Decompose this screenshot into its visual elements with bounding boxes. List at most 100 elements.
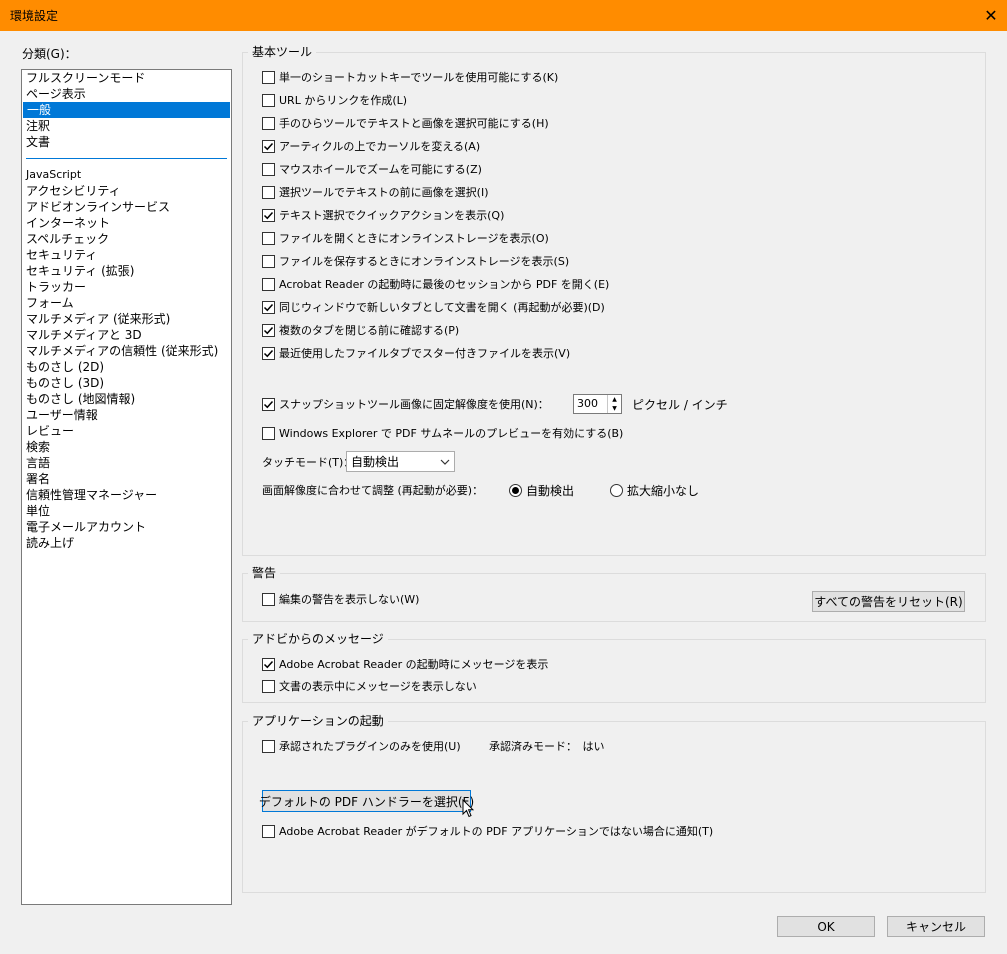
ok-button[interactable]: OK bbox=[777, 916, 875, 937]
category-item[interactable]: 文書 bbox=[22, 134, 231, 150]
category-item[interactable]: トラッカー bbox=[22, 279, 231, 295]
category-group-bottom: JavaScript アクセシビリティ アドビオンラインサービス インターネット スペル… bbox=[22, 167, 231, 551]
category-item[interactable]: スペルチェック bbox=[22, 231, 231, 247]
spin-up-icon[interactable]: ▲ bbox=[608, 395, 621, 404]
basic-tool-label: 選択ツールでテキストの前に画像を選択(I) bbox=[279, 186, 489, 199]
edit-warning-checkbox[interactable] bbox=[262, 592, 275, 606]
category-item[interactable]: 署名 bbox=[22, 471, 231, 487]
title-bar: 環境設定 ✕ bbox=[0, 0, 1007, 31]
category-item[interactable]: ものさし (2D) bbox=[22, 359, 231, 375]
category-item[interactable]: フルスクリーンモード bbox=[22, 70, 231, 86]
basic-tool-checkbox[interactable] bbox=[262, 231, 275, 245]
category-item[interactable]: マルチメディア (従来形式) bbox=[22, 311, 231, 327]
reset-warnings-button[interactable]: すべての警告をリセット(R) bbox=[812, 591, 965, 612]
resolution-label: 画面解像度に合わせて調整 (再起動が必要)： bbox=[262, 484, 484, 497]
basic-tool-option[interactable]: マウスホイールでズームを可能にする(Z) bbox=[262, 160, 482, 178]
touch-mode-select[interactable]: 自動検出 bbox=[346, 451, 455, 472]
plugins-option[interactable]: 承認されたプラグインのみを使用(U) bbox=[262, 737, 461, 755]
category-item[interactable]: 一般 bbox=[23, 102, 230, 118]
show-messages-label: Adobe Acrobat Reader の起動時にメッセージを表示 bbox=[279, 658, 549, 671]
resolution-auto-label: 自動検出 bbox=[526, 483, 575, 498]
basic-tool-label: URL からリンクを作成(L) bbox=[279, 94, 408, 107]
category-item[interactable]: ものさし (地図情報) bbox=[22, 391, 231, 407]
close-icon[interactable]: ✕ bbox=[975, 0, 1007, 31]
category-item[interactable]: 単位 bbox=[22, 503, 231, 519]
category-item[interactable]: 言語 bbox=[22, 455, 231, 471]
adobe-messages-label: アドビからのメッセージ bbox=[248, 632, 388, 646]
basic-tool-checkbox[interactable] bbox=[262, 93, 275, 107]
hide-messages-label: 文書の表示中にメッセージを表示しない bbox=[279, 680, 477, 693]
category-item[interactable]: 電子メールアカウント bbox=[22, 519, 231, 535]
basic-tool-checkbox[interactable] bbox=[262, 208, 275, 222]
category-item[interactable]: インターネット bbox=[22, 215, 231, 231]
basic-tool-label: 最近使用したファイルタブでスター付きファイルを表示(V) bbox=[279, 347, 571, 360]
basic-tool-label: ファイルを保存するときにオンラインストレージを表示(S) bbox=[279, 255, 570, 268]
basic-tool-checkbox[interactable] bbox=[262, 346, 275, 360]
show-messages-checkbox[interactable] bbox=[262, 657, 275, 671]
category-item[interactable]: セキュリティ bbox=[22, 247, 231, 263]
category-item[interactable]: アドビオンラインサービス bbox=[22, 199, 231, 215]
hide-messages-checkbox[interactable] bbox=[262, 679, 275, 693]
edit-warning-option[interactable]: 編集の警告を表示しない(W) bbox=[262, 590, 419, 608]
resolution-option-none[interactable]: 拡大縮小なし bbox=[610, 481, 699, 499]
basic-tool-label: ファイルを開くときにオンラインストレージを表示(O) bbox=[279, 232, 549, 245]
basic-tool-label: Acrobat Reader の起動時に最後のセッションから PDF を開く(E… bbox=[279, 278, 610, 291]
thumbnail-option[interactable]: Windows Explorer で PDF サムネールのプレビューを有効にする… bbox=[262, 424, 623, 442]
basic-tool-option[interactable]: 複数のタブを閉じる前に確認する(P) bbox=[262, 321, 459, 339]
basic-tool-checkbox[interactable] bbox=[262, 116, 275, 130]
category-item[interactable]: セキュリティ (拡張) bbox=[22, 263, 231, 279]
snapshot-checkbox[interactable] bbox=[262, 397, 275, 411]
resolution-option-auto[interactable]: 自動検出 bbox=[509, 481, 574, 499]
thumbnail-checkbox[interactable] bbox=[262, 426, 275, 440]
snapshot-resolution-stepper[interactable]: 300 ▲ ▼ bbox=[573, 394, 622, 414]
default-handler-button[interactable]: デフォルトの PDF ハンドラーを選択(F) bbox=[259, 790, 474, 812]
category-item[interactable]: 検索 bbox=[22, 439, 231, 455]
basic-tool-option[interactable]: テキスト選択でクイックアクションを表示(Q) bbox=[262, 206, 504, 224]
basic-tool-checkbox[interactable] bbox=[262, 162, 275, 176]
category-item[interactable]: 信頼性管理マネージャー bbox=[22, 487, 231, 503]
snapshot-option[interactable]: スナップショットツール画像に固定解像度を使用(N)： bbox=[262, 395, 549, 413]
category-item[interactable]: フォーム bbox=[22, 295, 231, 311]
basic-tool-option[interactable]: 最近使用したファイルタブでスター付きファイルを表示(V) bbox=[262, 344, 570, 362]
touch-mode-label: タッチモード(T)： bbox=[262, 456, 355, 469]
category-item[interactable]: ページ表示 bbox=[22, 86, 231, 102]
category-item[interactable]: ユーザー情報 bbox=[22, 407, 231, 423]
basic-tool-checkbox[interactable] bbox=[262, 70, 275, 84]
basic-tool-option[interactable]: アーティクルの上でカーソルを変える(A) bbox=[262, 137, 480, 155]
basic-tool-option[interactable]: 選択ツールでテキストの前に画像を選択(I) bbox=[262, 183, 489, 201]
category-item[interactable]: 注釈 bbox=[22, 118, 231, 134]
basic-tool-option[interactable]: Acrobat Reader の起動時に最後のセッションから PDF を開く(E… bbox=[262, 275, 609, 293]
cancel-button[interactable]: キャンセル bbox=[887, 916, 985, 937]
category-item[interactable]: レビュー bbox=[22, 423, 231, 439]
category-item[interactable]: ものさし (3D) bbox=[22, 375, 231, 391]
category-item[interactable]: 読み上げ bbox=[22, 535, 231, 551]
resolution-none-radio[interactable] bbox=[610, 483, 623, 497]
certified-mode-status: 承認済みモード： はい bbox=[489, 740, 605, 753]
category-item[interactable]: マルチメディアと 3D bbox=[22, 327, 231, 343]
category-list[interactable]: フルスクリーンモード ページ表示 一般 注釈 文書 JavaScript アクセシビリティ… bbox=[21, 69, 232, 905]
basic-tool-option[interactable]: URL からリンクを作成(L) bbox=[262, 91, 407, 109]
basic-tool-option[interactable]: 単一のショートカットキーでツールを使用可能にする(K) bbox=[262, 68, 558, 86]
basic-tool-checkbox[interactable] bbox=[262, 139, 275, 153]
resolution-auto-radio[interactable] bbox=[509, 483, 522, 497]
basic-tool-option[interactable]: ファイルを開くときにオンラインストレージを表示(O) bbox=[262, 229, 549, 247]
notify-option[interactable]: Adobe Acrobat Reader がデフォルトの PDF アプリケーショ… bbox=[262, 822, 713, 840]
hide-messages-option[interactable]: 文書の表示中にメッセージを表示しない bbox=[262, 677, 477, 695]
notify-checkbox[interactable] bbox=[262, 824, 275, 838]
basic-tool-option[interactable]: 手のひらツールでテキストと画像を選択可能にする(H) bbox=[262, 114, 549, 132]
category-item[interactable]: マルチメディアの信頼性 (従来形式) bbox=[22, 343, 231, 359]
basic-tool-checkbox[interactable] bbox=[262, 323, 275, 337]
basic-tool-checkbox[interactable] bbox=[262, 254, 275, 268]
spin-down-icon[interactable]: ▼ bbox=[608, 404, 621, 413]
category-item[interactable]: アクセシビリティ bbox=[22, 183, 231, 199]
plugins-checkbox[interactable] bbox=[262, 739, 275, 753]
show-messages-option[interactable]: Adobe Acrobat Reader の起動時にメッセージを表示 bbox=[262, 655, 548, 673]
touch-mode-value: 自動検出 bbox=[351, 455, 400, 469]
basic-tool-option[interactable]: ファイルを保存するときにオンラインストレージを表示(S) bbox=[262, 252, 569, 270]
snapshot-resolution-value[interactable]: 300 bbox=[574, 395, 607, 413]
basic-tool-checkbox[interactable] bbox=[262, 185, 275, 199]
basic-tool-checkbox[interactable] bbox=[262, 277, 275, 291]
category-item[interactable]: JavaScript bbox=[22, 167, 231, 183]
basic-tool-checkbox[interactable] bbox=[262, 300, 275, 314]
basic-tool-option[interactable]: 同じウィンドウで新しいタブとして文書を開く (再起動が必要)(D) bbox=[262, 298, 605, 316]
